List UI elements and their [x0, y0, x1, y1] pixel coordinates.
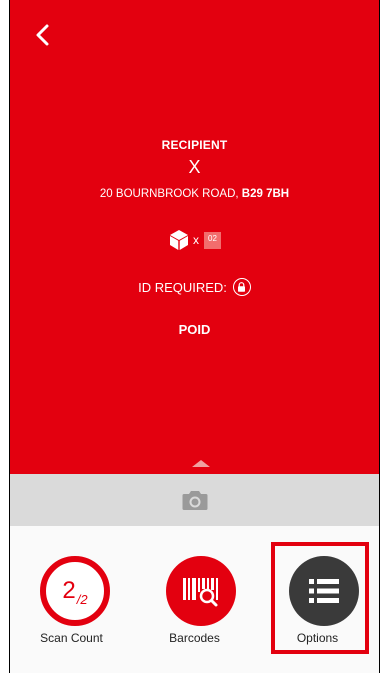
lock-badge	[232, 278, 251, 296]
lock-icon	[238, 282, 246, 292]
scan-count-total: /2	[76, 592, 88, 607]
camera-icon	[182, 491, 207, 510]
address-postcode: B29 7BH	[241, 188, 290, 200]
recipient-address: 20 BOURNBROOK ROAD, B29 7BH	[10, 188, 379, 200]
options-button[interactable]: Options	[256, 526, 379, 673]
delivery-details-panel: RECIPIENT X 20 BOURNBROOK ROAD, B29 7BH …	[10, 0, 379, 474]
scan-count-label: Scan Count	[40, 631, 103, 645]
parcel-count: 02	[204, 231, 221, 249]
bottom-action-bar: 2/2 Scan Count Barcodes Options	[10, 526, 379, 673]
parcel-multiplier: x	[193, 233, 200, 247]
back-button[interactable]	[28, 18, 58, 52]
service-code: POID	[178, 322, 211, 337]
scan-count-button[interactable]: 2/2 Scan Count	[10, 526, 133, 673]
id-required-label: ID REQUIRED:	[138, 279, 227, 295]
options-label: Options	[296, 631, 339, 645]
scan-count-icon: 2/2	[40, 556, 110, 626]
barcodes-button[interactable]: Barcodes	[133, 526, 256, 673]
scan-count-value: 2/2	[62, 577, 88, 607]
scan-count-scanned: 2	[62, 577, 76, 604]
barcodes-label: Barcodes	[169, 631, 220, 645]
parcel-count-row: x 02	[10, 225, 379, 255]
back-arrow-icon	[36, 24, 49, 46]
list-icon	[289, 556, 359, 626]
address-street: 20 BOURNBROOK ROAD,	[99, 188, 242, 200]
camera-button[interactable]	[10, 474, 379, 526]
expand-up-icon[interactable]	[192, 460, 210, 467]
recipient-label: RECIPIENT	[161, 138, 228, 152]
parcel-box-icon	[170, 230, 189, 250]
app-screen: RECIPIENT X 20 BOURNBROOK ROAD, B29 7BH …	[10, 0, 379, 673]
id-required-row: ID REQUIRED:	[10, 275, 379, 299]
barcode-scan-icon	[166, 556, 236, 626]
recipient-name: X	[188, 157, 201, 177]
